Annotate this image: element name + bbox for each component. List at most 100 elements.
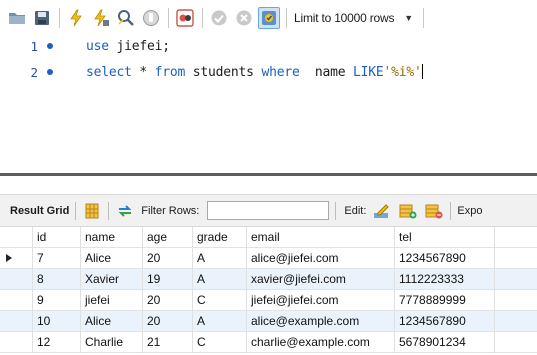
export-label[interactable]: Expo (457, 205, 482, 217)
refresh-arrows-icon[interactable] (115, 201, 135, 221)
cell-name[interactable]: jiefei (80, 290, 142, 311)
rollback-cancel-icon[interactable] (233, 7, 255, 29)
toolbar-separator (450, 201, 452, 220)
delete-row-icon[interactable] (424, 201, 444, 221)
table-row[interactable]: 9 jiefei 20 C jiefei@jiefei.com 77788899… (0, 290, 537, 311)
keyword-token: use (86, 38, 109, 54)
toggle-continue-on-error-icon[interactable] (174, 7, 196, 29)
sql-editor-window: Limit to 10000 rows ▼ 1 use jiefei; 2 se… (0, 0, 537, 355)
column-header-filler (494, 227, 537, 248)
code-token: jiefei; (108, 38, 171, 54)
cell-id[interactable]: 7 (32, 248, 80, 269)
table-row[interactable]: 10 Alice 20 A alice@example.com 12345678… (0, 311, 537, 332)
cell-email[interactable]: alice@jiefei.com (246, 248, 394, 269)
cell-grade[interactable]: A (192, 269, 246, 290)
row-filler (494, 248, 537, 269)
cell-age[interactable]: 20 (142, 290, 192, 311)
cell-id[interactable]: 8 (32, 269, 80, 290)
line-number: 2 (30, 64, 38, 80)
execute-lightning-icon[interactable] (65, 7, 87, 29)
execute-current-lightning-icon[interactable] (90, 7, 112, 29)
cell-tel[interactable]: 1234567890 (394, 248, 494, 269)
table-row[interactable]: 8 Xavier 19 A xavier@jiefei.com 11122233… (0, 269, 537, 290)
toolbar-separator (108, 201, 110, 220)
result-grid: id name age grade email tel 7 Alice 20 A… (0, 227, 537, 353)
cell-grade[interactable]: A (192, 248, 246, 269)
statement-marker-icon (47, 69, 53, 75)
cell-age[interactable]: 19 (142, 269, 192, 290)
code-token: name (299, 65, 353, 80)
table-row[interactable]: 7 Alice 20 A alice@jiefei.com 1234567890 (0, 248, 537, 269)
cell-age[interactable]: 20 (142, 311, 192, 332)
cell-email[interactable]: xavier@jiefei.com (246, 269, 394, 290)
statement-marker-icon (47, 43, 53, 49)
code-token: * (131, 65, 155, 80)
stop-icon[interactable] (140, 7, 162, 29)
edit-row-pencil-icon[interactable] (372, 201, 392, 221)
toolbar-separator (335, 201, 337, 220)
code-text: select * from students where name LIKE'%… (86, 64, 423, 80)
cell-age[interactable]: 20 (142, 248, 192, 269)
cell-email[interactable]: jiefei@jiefei.com (246, 290, 394, 311)
autocommit-toggle-icon[interactable] (258, 7, 280, 29)
add-row-icon[interactable] (398, 201, 418, 221)
column-header-grade[interactable]: grade (192, 227, 246, 248)
row-limit-select[interactable]: Limit to 10000 rows ▼ (294, 7, 413, 29)
cell-tel[interactable]: 7778889999 (394, 290, 494, 311)
cell-age[interactable]: 21 (142, 332, 192, 353)
row-filler (494, 290, 537, 311)
code-token: students (185, 65, 262, 80)
current-row-arrow-icon (6, 254, 12, 262)
row-filler (494, 311, 537, 332)
column-header-age[interactable]: age (142, 227, 192, 248)
cell-grade[interactable]: A (192, 311, 246, 332)
filter-rows-input[interactable] (207, 201, 330, 220)
cell-id[interactable]: 9 (32, 290, 80, 311)
keyword-token: from (154, 65, 186, 80)
cell-name[interactable]: Charlie (80, 332, 142, 353)
row-filler (494, 269, 537, 290)
cell-grade[interactable]: C (192, 290, 246, 311)
keyword-token: LIKE (352, 65, 384, 80)
code-text: use jiefei; (86, 39, 170, 54)
splitter-gap (0, 176, 537, 194)
column-header-tel[interactable]: tel (394, 227, 494, 248)
toolbar-separator (202, 8, 203, 28)
keyword-token: where (261, 65, 300, 80)
cell-grade[interactable]: C (192, 332, 246, 353)
cell-name[interactable]: Xavier (80, 269, 142, 290)
cell-id[interactable]: 12 (32, 332, 80, 353)
column-header-id[interactable]: id (32, 227, 80, 248)
code-line: 2 select * from students where name LIKE… (0, 62, 537, 82)
result-toolbar: Result Grid Filter Rows: Edit: Expo (0, 194, 537, 227)
toolbar-separator (75, 201, 77, 220)
commit-check-icon[interactable] (208, 7, 230, 29)
table-row[interactable]: 12 Charlie 21 C charlie@example.com 5678… (0, 332, 537, 353)
cell-name[interactable]: Alice (80, 311, 142, 332)
filter-rows-label: Filter Rows: (141, 204, 200, 217)
cell-name[interactable]: Alice (80, 248, 142, 269)
cell-email[interactable]: charlie@example.com (246, 332, 394, 353)
save-icon[interactable] (31, 7, 53, 29)
row-indicator-header (0, 227, 32, 248)
edit-label: Edit: (344, 204, 367, 217)
string-token: '%i%' (383, 65, 422, 80)
text-caret (421, 64, 423, 79)
toolbar-separator (59, 8, 60, 28)
grid-layout-icon[interactable] (82, 201, 102, 221)
result-grid-tab[interactable]: Result Grid (10, 205, 69, 217)
line-number: 1 (30, 38, 38, 54)
toolbar-separator (423, 8, 425, 28)
cell-email[interactable]: alice@example.com (246, 311, 394, 332)
cell-id[interactable]: 10 (32, 311, 80, 332)
query-toolbar: Limit to 10000 rows ▼ (0, 0, 537, 36)
cell-tel[interactable]: 1112223333 (394, 269, 494, 290)
cell-tel[interactable]: 1234567890 (394, 311, 494, 332)
explain-magnifier-icon[interactable] (115, 7, 137, 29)
column-header-email[interactable]: email (246, 227, 394, 248)
row-indicator (0, 248, 32, 269)
cell-tel[interactable]: 5678901234 (394, 332, 494, 353)
column-header-name[interactable]: name (80, 227, 142, 248)
sql-editor[interactable]: 1 use jiefei; 2 select * from students w… (0, 36, 537, 164)
open-folder-icon[interactable] (6, 7, 28, 29)
